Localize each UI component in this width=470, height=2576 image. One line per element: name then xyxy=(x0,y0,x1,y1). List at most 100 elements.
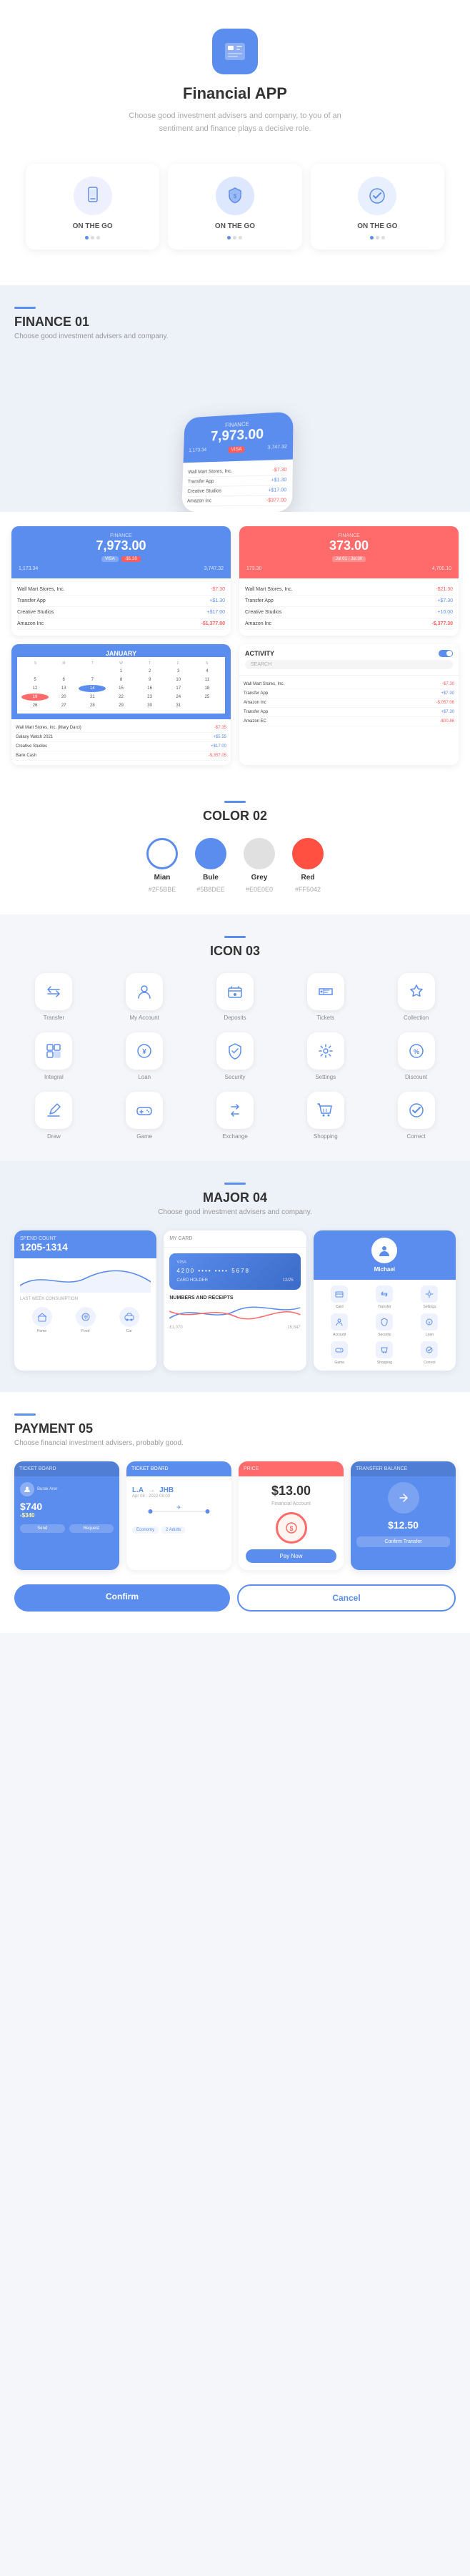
cal-day: 30 xyxy=(136,702,164,709)
finance01-section: FINANCE 01 Choose good investment advise… xyxy=(0,285,470,512)
weekday: T xyxy=(79,661,106,666)
personal-icon xyxy=(376,1285,393,1303)
card-icon-1 xyxy=(74,177,112,215)
icon-item-account: My Account xyxy=(105,973,184,1021)
sc-row-label: Creative Studios xyxy=(245,610,281,615)
pay-amount: $740 xyxy=(20,1501,114,1512)
flight-tag2: 2 Adults xyxy=(161,1526,185,1534)
row-label: Creative Studios xyxy=(187,489,221,494)
icon-item-exchange: Exchange xyxy=(196,1092,275,1140)
pay-body: Burak Arer $740 -$340 Send Request xyxy=(14,1476,119,1539)
cal-day: 21 xyxy=(79,694,106,701)
sc-row: Creative Studios+10.00 xyxy=(245,607,453,618)
sc-row-label: Wall Mart Stores, Inc. xyxy=(245,587,293,592)
card-label-1: ON THE GO xyxy=(33,222,152,230)
cal-days: 1 2 3 4 5 6 7 8 9 10 11 12 13 14 xyxy=(21,668,221,709)
discount-icon: % xyxy=(407,1042,426,1060)
loan-icon-small: ¥ xyxy=(425,1318,434,1326)
cal-row-label: Creative Studios xyxy=(16,744,47,749)
tickets-icon xyxy=(316,982,335,1001)
row-value: +$1.30 xyxy=(271,478,286,483)
personal-item-label: Correct xyxy=(424,1361,435,1365)
dot xyxy=(370,236,374,240)
food-icon xyxy=(81,1312,91,1322)
visa-label: VISA xyxy=(176,1260,293,1265)
sc-amount: 373.00 xyxy=(246,538,451,553)
activity-header: ACTIVITY SEARCH xyxy=(239,644,459,676)
personal-item: Card xyxy=(319,1285,360,1309)
sc-badges: Jul 01 - Jul 30 xyxy=(246,556,451,562)
screen-header-blue: FINANCE 7,973.00 VISA -$1.30 1,173.34 3,… xyxy=(11,526,231,578)
personal-item-label: Loan xyxy=(426,1333,434,1337)
flight-path: ✈ xyxy=(132,1504,226,1519)
pay-from: L.A xyxy=(132,1486,144,1494)
icon-label: Tickets xyxy=(316,1015,334,1021)
transfer-icon xyxy=(44,982,63,1001)
icon-item-collection: Collection xyxy=(376,973,456,1021)
transfer-confirm-btn[interactable]: Confirm Transfer xyxy=(356,1536,450,1547)
personal-icon xyxy=(376,1313,393,1331)
icon-box xyxy=(35,973,72,1010)
confirm-button[interactable]: Confirm xyxy=(14,1584,230,1612)
major04-section: MAJOR 04 Choose good investment advisers… xyxy=(0,1161,470,1392)
sc-row-val: -$,377.30 xyxy=(431,621,453,626)
act-row: Amazon EC-$00.86 xyxy=(244,717,454,726)
act-row-label: Amazon Inc xyxy=(244,701,266,705)
sc-row-val: -$21.30 xyxy=(436,587,453,592)
personal-icon xyxy=(331,1341,348,1358)
personal-item: Game xyxy=(319,1341,360,1365)
cal-row-val: -$7.35 xyxy=(214,726,226,730)
cal-row: Wall Mart Stores, Inc. (Mary Darci)-$7.3… xyxy=(16,724,226,733)
act-row-label: Amazon EC xyxy=(244,719,266,724)
avatar-icon xyxy=(24,1486,31,1493)
app-description: Choose good investment advisers and comp… xyxy=(121,110,349,135)
payment05-title: PAYMENT 05 xyxy=(14,1421,456,1436)
app-icon-svg xyxy=(222,39,248,64)
act-row: Amazon Inc -$,057.06 xyxy=(244,699,454,708)
personal-item-label: Security xyxy=(378,1333,391,1337)
pay-action-btn2[interactable]: Request xyxy=(69,1524,114,1533)
finance-screen-blue: FINANCE 7,973.00 VISA -$1.30 1,173.34 3,… xyxy=(11,526,231,636)
icon-label: Shopping xyxy=(314,1133,338,1140)
transfer-amount: $12.50 xyxy=(356,1519,450,1531)
personal-icon xyxy=(376,1341,393,1358)
icon-label: Security xyxy=(225,1074,246,1080)
header-section: Financial APP Choose good investment adv… xyxy=(0,0,470,285)
svg-text:✈: ✈ xyxy=(176,1504,181,1511)
act-row-val: -$,057.06 xyxy=(436,701,454,705)
act-toggle[interactable] xyxy=(439,650,453,657)
row-label: Amazon Inc xyxy=(187,499,211,504)
cal-day: 8 xyxy=(107,676,134,684)
icon-item-transfer: Transfer xyxy=(14,973,94,1021)
cal-weekdays: S M T W T F S xyxy=(21,661,221,666)
integral-icon xyxy=(44,1042,63,1060)
cal-day: 22 xyxy=(107,694,134,701)
cal-day: 15 xyxy=(107,685,134,692)
bottom-btn-row: Confirm Cancel xyxy=(14,1584,456,1612)
sc-badge: Jul 01 - Jul 30 xyxy=(332,556,366,562)
icon03-title: ICON 03 xyxy=(14,944,456,959)
icon-item-game: Game xyxy=(105,1092,184,1140)
card-screen-body: VISA 4200 •••• •••• 5678 CARD HOLDER 12/… xyxy=(164,1248,306,1338)
row-label: Transfer App xyxy=(188,479,214,484)
transfer-icon-small xyxy=(380,1290,389,1298)
icon-label: Exchange xyxy=(222,1133,248,1140)
price-screen: PRICE $13.00 Financial Account $ Pay Now xyxy=(239,1461,344,1570)
chart-area xyxy=(169,1301,300,1326)
transfer-header: TRANSFER BALANCE xyxy=(351,1461,456,1476)
cal-title: JANUARY xyxy=(17,650,225,657)
icon-box xyxy=(307,1032,344,1070)
pay-action-btn[interactable]: Send xyxy=(20,1524,65,1533)
pay-now-btn[interactable]: Pay Now xyxy=(246,1549,336,1563)
personal-icon xyxy=(331,1285,348,1303)
color-item-blue: Bule #5B8DEE xyxy=(195,838,226,893)
personal-item: Shopping xyxy=(364,1341,405,1365)
card-dots-3 xyxy=(318,236,437,240)
cancel-button[interactable]: Cancel xyxy=(237,1584,456,1612)
color02-title: COLOR 02 xyxy=(14,809,456,824)
act-search[interactable]: SEARCH xyxy=(245,660,453,669)
ticket-avatar xyxy=(20,1482,34,1496)
sc-row: Transfer App+$1.30 xyxy=(17,596,225,607)
cal-day: 26 xyxy=(21,702,49,709)
price-header-title: PRICE xyxy=(244,1466,339,1471)
